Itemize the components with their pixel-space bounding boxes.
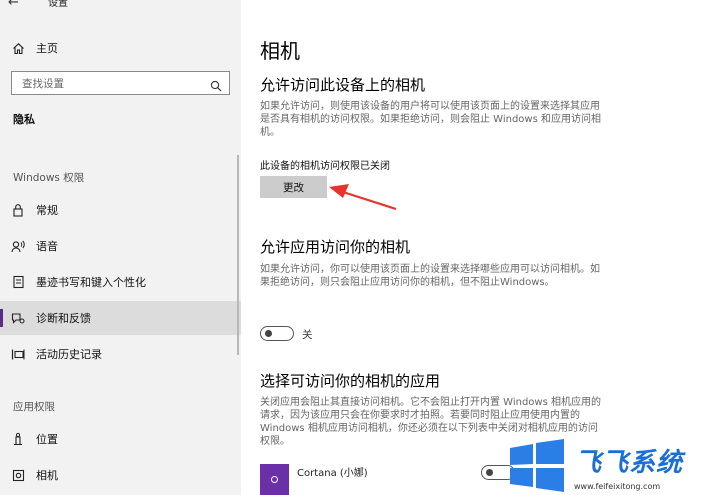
sidebar-item-camera[interactable]: 相机 [0, 458, 241, 492]
sidebar-item-inking[interactable]: 墨迹书写和键入个性化 [0, 265, 241, 299]
cortana-app-icon [260, 464, 289, 495]
app-permissions-caption: 应用权限 [13, 401, 55, 413]
sidebar-item-speech[interactable]: 语音 [0, 229, 241, 263]
sidebar-scrollbar[interactable] [237, 155, 239, 355]
sidebar-item-label: 墨迹书写和键入个性化 [36, 276, 146, 289]
search-placeholder: 查找设置 [22, 78, 64, 90]
watermark-url: www.feifeixitong.com [574, 482, 661, 491]
camera-settings-page: 相机 允许访问此设备上的相机 如果允许访问，则使用该设备的用户将可以使用该页面上… [241, 0, 703, 495]
sidebar-item-home[interactable]: 主页 [0, 31, 241, 65]
ink-icon [0, 275, 36, 289]
sidebar-item-label: 诊断和反馈 [36, 312, 91, 325]
lock-icon [0, 203, 36, 217]
app-access-heading: 允许应用访问你的相机 [260, 238, 411, 256]
change-button[interactable]: 更改 [260, 176, 327, 198]
sidebar-item-label: 常规 [36, 204, 58, 217]
windows-logo-icon [510, 439, 564, 492]
app-access-description: 如果允许访问，你可以使用该页面上的设置来选择哪些应用可以访问相机。如果拒绝访问，… [260, 264, 600, 288]
device-access-status: 此设备的相机访问权限已关闭 [260, 161, 390, 172]
sidebar-item-diagnostics[interactable]: 诊断和反馈 [0, 301, 241, 335]
window-title: 设置 [48, 0, 68, 9]
search-icon[interactable] [210, 77, 222, 96]
diagnostics-icon [0, 311, 36, 325]
activity-history-icon [0, 348, 36, 361]
title-bar: ← 设置 [0, 0, 241, 14]
sidebar-item-activity-history[interactable]: 活动历史记录 [0, 337, 241, 371]
toggle-knob [486, 468, 493, 476]
back-button[interactable]: ← [8, 0, 28, 11]
camera-icon [0, 469, 36, 482]
speech-icon [0, 240, 36, 253]
sidebar-item-label: 活动历史记录 [36, 348, 102, 361]
location-icon [0, 432, 36, 446]
choose-apps-heading: 选择可访问你的相机的应用 [260, 372, 441, 390]
sidebar-item-label: 位置 [36, 433, 58, 446]
sidebar-item-general[interactable]: 常规 [0, 193, 241, 227]
app-access-toggle[interactable] [260, 326, 294, 341]
toggle-knob [265, 329, 272, 337]
sidebar-item-label: 主页 [36, 42, 58, 55]
privacy-header: 隐私 [13, 113, 35, 126]
watermark: 飞飞系统 www.feifeixitong.com [506, 438, 703, 495]
page-title: 相机 [260, 39, 300, 63]
sidebar-item-label: 语音 [36, 240, 58, 253]
app-name: Cortana (小娜) [297, 468, 368, 479]
home-icon [0, 42, 36, 55]
settings-sidebar: ← 设置 主页 查找设置 隐私 Windows 权限 常规 语音 墨迹书写和键入… [0, 0, 241, 495]
device-access-heading: 允许访问此设备上的相机 [260, 76, 426, 94]
watermark-text: 飞飞系统 [575, 448, 684, 478]
windows-permissions-caption: Windows 权限 [13, 172, 85, 184]
sidebar-item-location[interactable]: 位置 [0, 422, 241, 456]
search-input[interactable]: 查找设置 [11, 71, 230, 95]
sidebar-item-label: 相机 [36, 469, 58, 482]
device-access-description: 如果允许访问，则使用该设备的用户将可以使用该页面上的设置来选择其应用是否具有相机… [260, 101, 601, 138]
app-access-toggle-label: 关 [302, 329, 313, 341]
cortana-ring-icon [271, 476, 278, 483]
